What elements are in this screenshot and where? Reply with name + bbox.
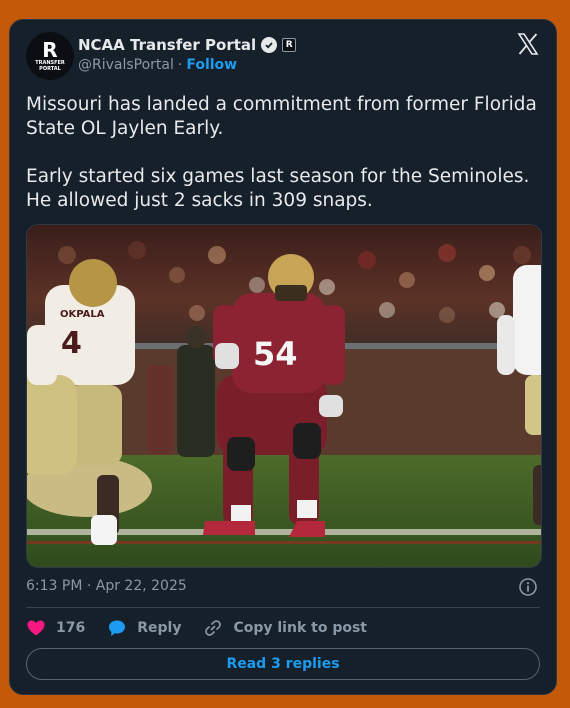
author-handle[interactable]: @RivalsPortal	[78, 57, 174, 73]
tweet-card: R TRANSFER PORTAL NCAA Transfer Portal R …	[9, 19, 557, 695]
jersey-left-number: 4	[61, 326, 82, 361]
reply-bubble-icon	[109, 620, 126, 636]
divider	[26, 607, 540, 608]
like-button[interactable]: 176	[26, 618, 85, 638]
avatar-logo-letter: R	[42, 38, 58, 62]
heart-icon	[27, 620, 45, 636]
reply-label: Reply	[137, 620, 182, 636]
handle-separator: ·	[177, 57, 183, 73]
football-photo: OKPALA 4 54	[27, 225, 541, 567]
avatar-logo-text: TRANSFER PORTAL	[35, 60, 65, 72]
link-icon	[205, 620, 222, 636]
verified-badge-icon	[261, 37, 278, 53]
author-display-name[interactable]: NCAA Transfer Portal	[78, 36, 256, 54]
action-bar: 176 Reply Copy link to post	[26, 618, 389, 638]
follow-button[interactable]: Follow	[186, 57, 237, 73]
copy-link-button[interactable]: Copy link to post	[203, 618, 367, 638]
jersey-left-name: OKPALA	[60, 309, 105, 320]
affiliate-badge-icon[interactable]: R	[282, 38, 297, 52]
x-logo-icon[interactable]	[516, 32, 540, 56]
tweet-timestamp[interactable]: 6:13 PM · Apr 22, 2025	[26, 578, 187, 594]
tweet-text: Missouri has landed a commitment from fo…	[26, 94, 537, 211]
like-count: 176	[56, 620, 86, 636]
reply-button[interactable]: Reply	[107, 618, 181, 638]
info-icon[interactable]	[518, 577, 538, 597]
author-handle-row: @RivalsPortal · Follow	[78, 57, 237, 73]
read-replies-button[interactable]: Read 3 replies	[26, 648, 540, 680]
tweet-photo[interactable]: OKPALA 4 54	[26, 224, 542, 568]
copy-link-label: Copy link to post	[233, 620, 367, 636]
avatar[interactable]: R TRANSFER PORTAL	[26, 32, 74, 80]
author-name-row: NCAA Transfer Portal R	[78, 36, 297, 54]
jersey-center-number: 54	[253, 335, 298, 373]
